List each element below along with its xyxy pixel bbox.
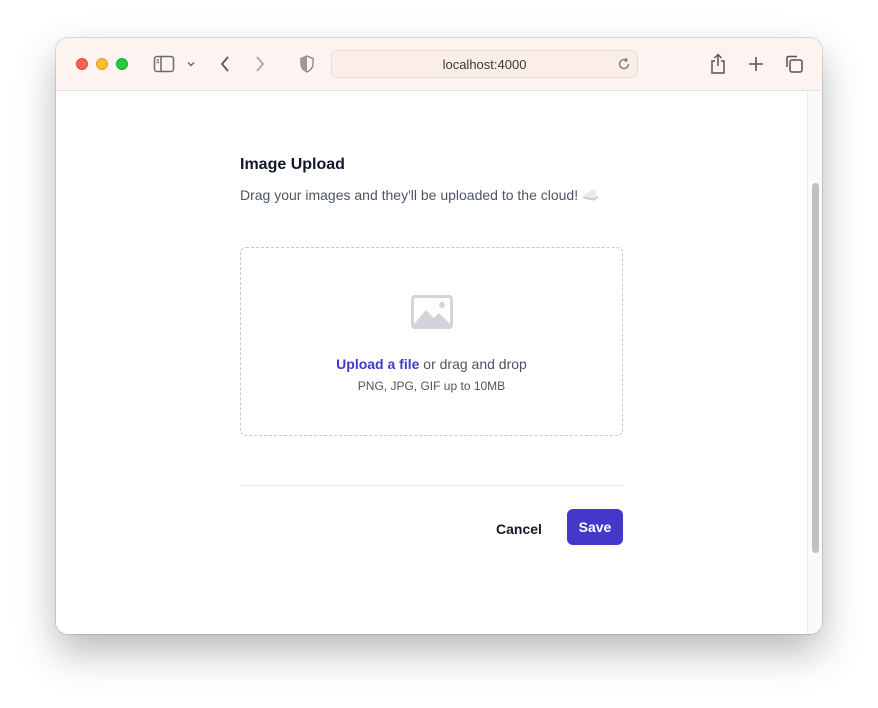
zoom-window-button[interactable] — [116, 58, 128, 70]
sidebar-icon[interactable] — [152, 52, 176, 76]
file-type-hint: PNG, JPG, GIF up to 10MB — [357, 379, 506, 393]
minimize-window-button[interactable] — [96, 58, 108, 70]
divider — [240, 485, 623, 486]
tabs-icon[interactable] — [783, 52, 805, 76]
url-text[interactable]: localhost:4000 — [332, 57, 637, 72]
page-description: Drag your images and they'll be uploaded… — [240, 187, 600, 203]
chevron-down-icon[interactable] — [184, 52, 198, 76]
browser-window: localhost:4000 Image Upload Drag your im… — [56, 38, 822, 634]
save-button[interactable]: Save — [567, 509, 623, 545]
page-content: Image Upload Drag your images and they'l… — [56, 91, 822, 634]
share-icon[interactable] — [708, 52, 728, 76]
upload-file-link[interactable]: Upload a file — [336, 356, 419, 372]
drop-zone[interactable]: Upload a file or drag and drop PNG, JPG,… — [240, 247, 623, 436]
browser-toolbar: localhost:4000 — [56, 38, 822, 91]
shield-icon[interactable] — [298, 52, 316, 76]
address-bar[interactable]: localhost:4000 — [331, 50, 638, 78]
photo-icon — [410, 294, 454, 335]
page-title: Image Upload — [240, 156, 345, 173]
plus-icon[interactable] — [746, 52, 766, 76]
back-icon[interactable] — [216, 52, 234, 76]
scrollbar-thumb[interactable] — [812, 183, 819, 553]
reload-icon[interactable] — [617, 57, 631, 76]
forward-icon[interactable] — [251, 52, 269, 76]
drop-text: or drag and drop — [419, 356, 527, 372]
close-window-button[interactable] — [76, 58, 88, 70]
cancel-button[interactable]: Cancel — [484, 511, 554, 547]
upload-instructions: Upload a file or drag and drop — [241, 356, 622, 372]
scrollbar-track[interactable] — [807, 91, 822, 634]
